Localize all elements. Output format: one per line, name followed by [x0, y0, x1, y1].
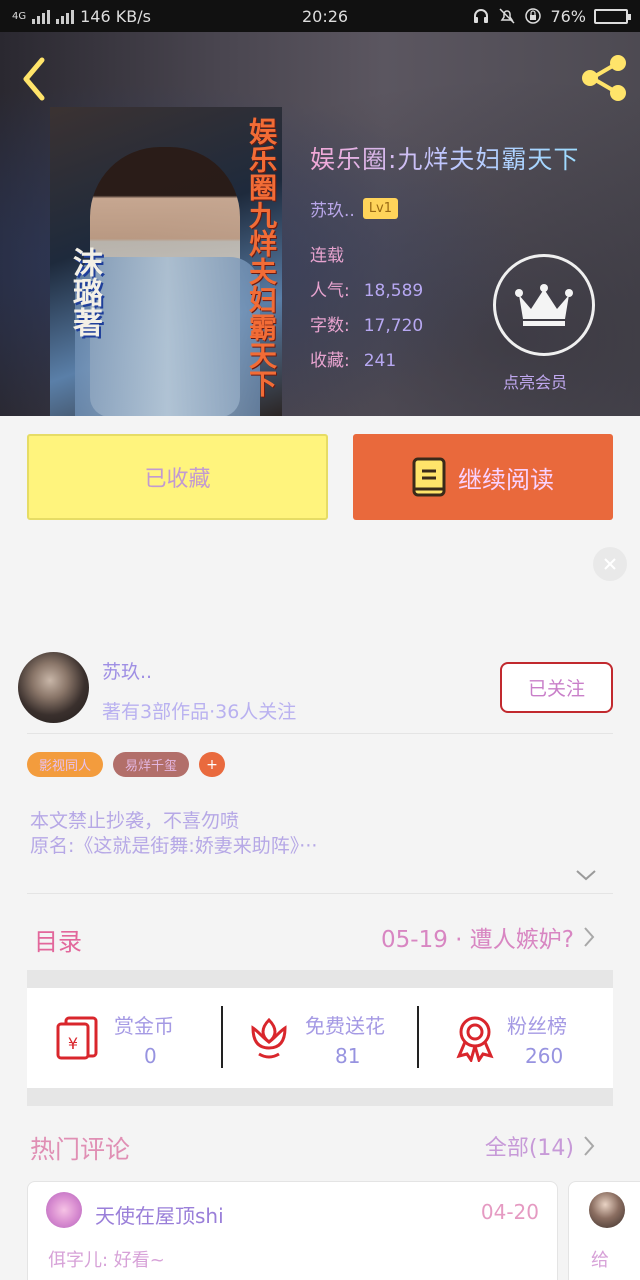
- chevron-down-icon: [576, 870, 596, 881]
- close-button[interactable]: [593, 547, 627, 581]
- network-label: 4G: [12, 10, 27, 22]
- light-member-label: 点亮会员: [503, 373, 568, 392]
- svg-text:¥: ¥: [68, 1034, 78, 1053]
- signal-icon: [32, 8, 51, 24]
- words-label: 字数:: [310, 316, 350, 336]
- separator: [417, 1006, 419, 1068]
- free-flowers[interactable]: 免费送花 81: [245, 988, 415, 1088]
- flower-icon: [251, 1017, 287, 1059]
- book-cover[interactable]: 娱乐圈九烊夫妇霸天下 沫璐著: [50, 107, 282, 416]
- divider: [27, 733, 613, 734]
- headphones-icon: [474, 9, 489, 23]
- author-stats: 著有3部作品·36人关注: [102, 701, 297, 723]
- tag-item[interactable]: 易烊千玺: [113, 752, 190, 777]
- stat-value: 81: [335, 1044, 361, 1068]
- status-bar: 4G 146 KB/s 20:26 76%: [0, 0, 640, 32]
- description-line: 原名:《这就是街舞:娇妻来助阵》···: [30, 835, 318, 857]
- author-card: 苏玖.. 著有3部作品·36人关注 已关注: [0, 640, 640, 735]
- lock-rotation-icon: [525, 8, 542, 24]
- comment-card[interactable]: 给: [568, 1181, 640, 1280]
- reward-coins[interactable]: ¥ 赏金币 0: [54, 988, 224, 1088]
- avatar[interactable]: [18, 652, 89, 723]
- stat-value: 260: [525, 1044, 564, 1068]
- all-comments-link[interactable]: 全部(14): [485, 1130, 574, 1162]
- follow-label: 已关注: [527, 678, 585, 700]
- book-description: 本文禁止抄袭，不喜勿喷 原名:《这就是街舞:娇妻来助阵》···: [30, 809, 317, 859]
- popularity-value: 18,589: [363, 281, 424, 301]
- comment-date: 04-20: [480, 1200, 539, 1224]
- follow-button[interactable]: 已关注: [500, 662, 613, 713]
- back-button[interactable]: [14, 54, 58, 104]
- stats-panel: ¥ 赏金币 0 免费送花 81 粉丝榜 260: [27, 988, 613, 1088]
- separator: [221, 1006, 223, 1068]
- chevron-left-icon: [23, 57, 45, 101]
- close-icon: [604, 558, 616, 570]
- chevron-right-icon: [584, 1136, 595, 1156]
- fan-ranking[interactable]: 粉丝榜 260: [451, 988, 611, 1088]
- cover-author: 沫璐著: [67, 247, 102, 337]
- status-right: 76%: [472, 6, 631, 26]
- book-author[interactable]: 苏玖..: [310, 196, 355, 221]
- share-icon: [582, 55, 626, 101]
- book-header: 娱乐圈九烊夫妇霸天下 沫璐著 娱乐圈:九烊夫妇霸天下 苏玖.. Lv1 连载 人…: [0, 32, 640, 416]
- stat-label: 免费送花: [305, 1014, 385, 1038]
- crown-icon: [515, 284, 573, 326]
- words-value: 17,720: [363, 316, 424, 336]
- comment-text: 给: [591, 1250, 609, 1271]
- cover-title: 娱乐圈九烊夫妇霸天下: [245, 117, 278, 397]
- red-envelope-icon: ¥: [56, 1016, 98, 1060]
- book-title: 娱乐圈:九烊夫妇霸天下: [310, 140, 579, 176]
- tag-item[interactable]: 影视同人: [27, 752, 104, 777]
- mute-bell-icon: [499, 8, 515, 24]
- description-line: 本文禁止抄袭，不喜勿喷: [30, 810, 240, 832]
- book-icon: [412, 457, 446, 497]
- chevron-right-icon: [584, 927, 595, 947]
- favorites-label: 收藏:: [310, 351, 350, 371]
- status-time: 20:26: [302, 6, 349, 26]
- collected-label: 已收藏: [144, 467, 211, 492]
- favorites-value: 241: [363, 351, 397, 371]
- expand-button[interactable]: [574, 867, 598, 883]
- section-divider: [27, 970, 613, 988]
- share-button[interactable]: [578, 52, 630, 104]
- author-row: 苏玖.. Lv1: [310, 196, 579, 221]
- stat-label: 赏金币: [114, 1014, 174, 1038]
- battery-icon: [594, 8, 631, 24]
- hot-comments-title: 热门评论: [30, 1135, 131, 1164]
- catalog-row[interactable]: 目录 05-19 · 遭人嫉妒?: [0, 908, 640, 963]
- section-divider: [27, 1088, 613, 1106]
- avatar[interactable]: [46, 1192, 82, 1228]
- latest-chapter: 05-19 · 遭人嫉妒?: [381, 927, 574, 953]
- add-tag-button[interactable]: +: [199, 752, 226, 777]
- medal-icon: [456, 1016, 494, 1062]
- tag-list: 影视同人 易烊千玺 +: [27, 752, 226, 777]
- comment-card[interactable]: 天使在屋顶shi 04-20 佴字儿: 好看~: [27, 1181, 558, 1280]
- collected-button[interactable]: 已收藏: [27, 434, 328, 520]
- comment-text: 佴字儿: 好看~: [48, 1250, 165, 1271]
- light-member-button[interactable]: [493, 254, 595, 356]
- avatar[interactable]: [589, 1192, 625, 1228]
- stat-value: 0: [144, 1044, 157, 1068]
- author-name[interactable]: 苏玖..: [102, 657, 152, 684]
- continue-reading-button[interactable]: 继续阅读: [353, 434, 613, 520]
- battery-percent: 76%: [550, 6, 586, 26]
- continue-reading-label: 继续阅读: [458, 465, 554, 494]
- catalog-label: 目录: [34, 928, 82, 956]
- level-badge: Lv1: [362, 198, 399, 219]
- comment-user: 天使在屋顶shi: [95, 1204, 224, 1228]
- popularity-label: 人气:: [310, 281, 350, 301]
- status-left: 4G 146 KB/s: [12, 7, 262, 26]
- signal-2-icon: [56, 8, 75, 24]
- stat-label: 粉丝榜: [507, 1014, 567, 1038]
- divider: [27, 893, 613, 894]
- network-speed: 146 KB/s: [80, 6, 151, 26]
